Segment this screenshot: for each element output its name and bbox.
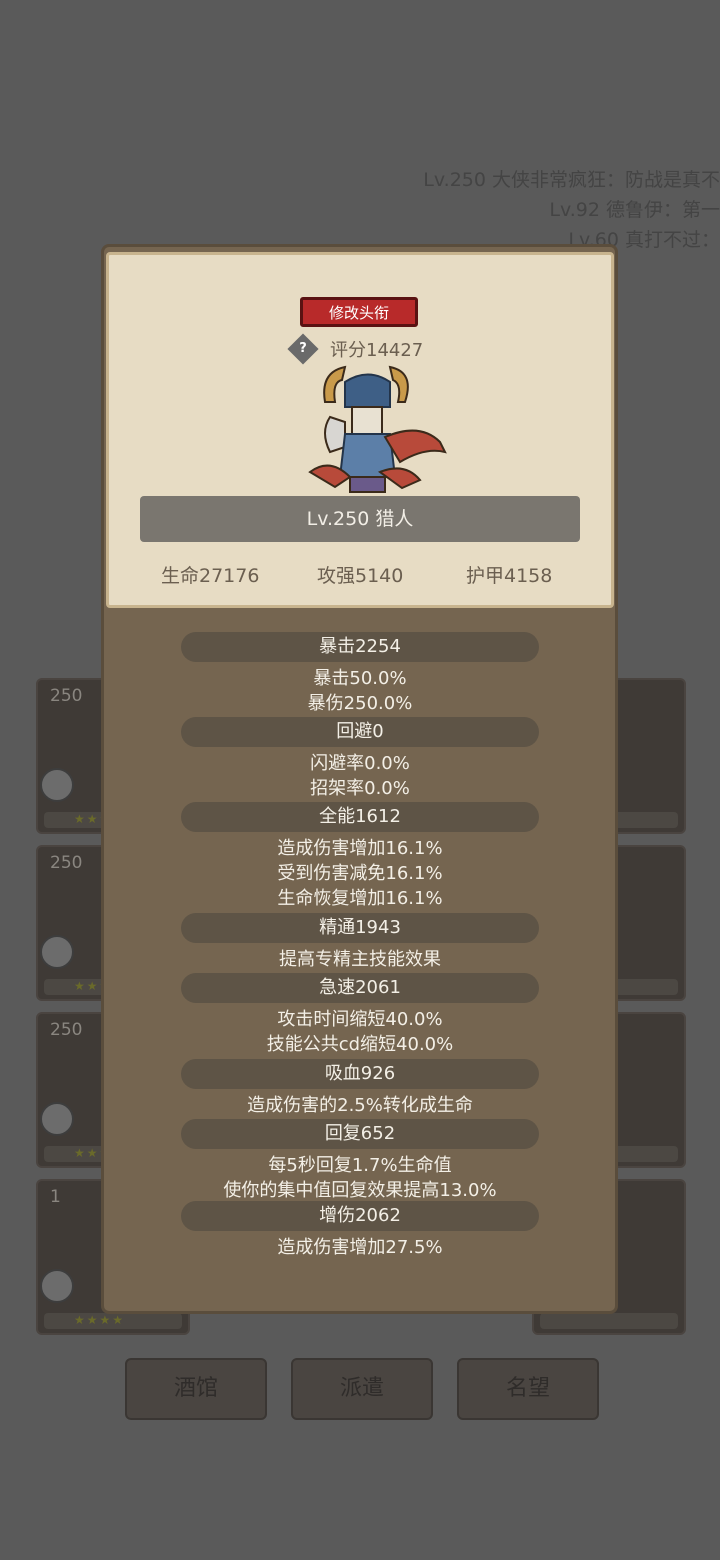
stat-line: 造成伤害的2.5%转化成生命: [247, 1095, 473, 1116]
stat-line: 攻击时间缩短40.0%: [277, 1009, 443, 1030]
help-icon[interactable]: ?: [287, 333, 319, 365]
help-icon-glyph: ?: [299, 341, 307, 356]
stat-line: 造成伤害增加27.5%: [277, 1237, 443, 1258]
stat-line: 每5秒回复1.7%生命值: [268, 1155, 452, 1176]
regen-section-header: 回复652: [181, 1119, 539, 1149]
stat-line: 暴击50.0%: [313, 668, 407, 689]
rename-title-button[interactable]: 修改头衔: [300, 297, 418, 327]
armor-stat: 护甲4158: [466, 565, 553, 587]
hp-stat: 生命27176: [161, 565, 260, 587]
dispatch-button[interactable]: 派遣: [291, 1358, 433, 1420]
stat-line: 闪避率0.0%: [310, 753, 410, 774]
tavern-button[interactable]: 酒馆: [125, 1358, 267, 1420]
fame-button[interactable]: 名望: [457, 1358, 599, 1420]
dodge-section-header: 回避0: [181, 717, 539, 747]
hero-level: 250: [50, 1020, 83, 1040]
stat-line: 招架率0.0%: [310, 778, 410, 799]
versatility-section-header: 全能1612: [181, 802, 539, 832]
hero-level: 1: [50, 1187, 61, 1207]
score-label: 评分14427: [330, 340, 424, 361]
hunter-character-sprite: [308, 365, 447, 493]
stat-line: 技能公共cd缩短40.0%: [266, 1034, 454, 1055]
announcement-line: Lv.92 德鲁伊：第一: [549, 199, 720, 221]
stat-line: 暴伤250.0%: [307, 693, 413, 714]
shield-icon: [40, 768, 74, 802]
stat-line: 受到伤害减免16.1%: [277, 863, 443, 884]
star-rating: [540, 1313, 678, 1329]
lifesteal-section-header: 吸血926: [181, 1059, 539, 1089]
stat-line: 造成伤害增加16.1%: [277, 838, 443, 859]
haste-section-header: 急速2061: [181, 973, 539, 1003]
hero-level: 250: [50, 853, 83, 873]
damage-bonus-section-header: 增伤2062: [181, 1201, 539, 1231]
stat-line: 提高专精主技能效果: [279, 949, 441, 970]
hero-level: 250: [50, 686, 83, 706]
mastery-section-header: 精通1943: [181, 913, 539, 943]
shield-icon: [40, 1102, 74, 1136]
stat-line: 生命恢复增加16.1%: [277, 888, 443, 909]
stat-line: 使你的集中值回复效果提高13.0%: [223, 1180, 497, 1201]
crit-section-header: 暴击2254: [181, 632, 539, 662]
star-rating: ★★★★: [44, 1313, 182, 1329]
announcement-line: Lv.250 大侠非常疯狂：防战是真不: [423, 169, 720, 191]
hero-level-class: Lv.250 猎人: [140, 496, 580, 542]
shield-icon: [40, 935, 74, 969]
attack-power-stat: 攻强5140: [317, 565, 404, 587]
shield-icon: [40, 1269, 74, 1303]
